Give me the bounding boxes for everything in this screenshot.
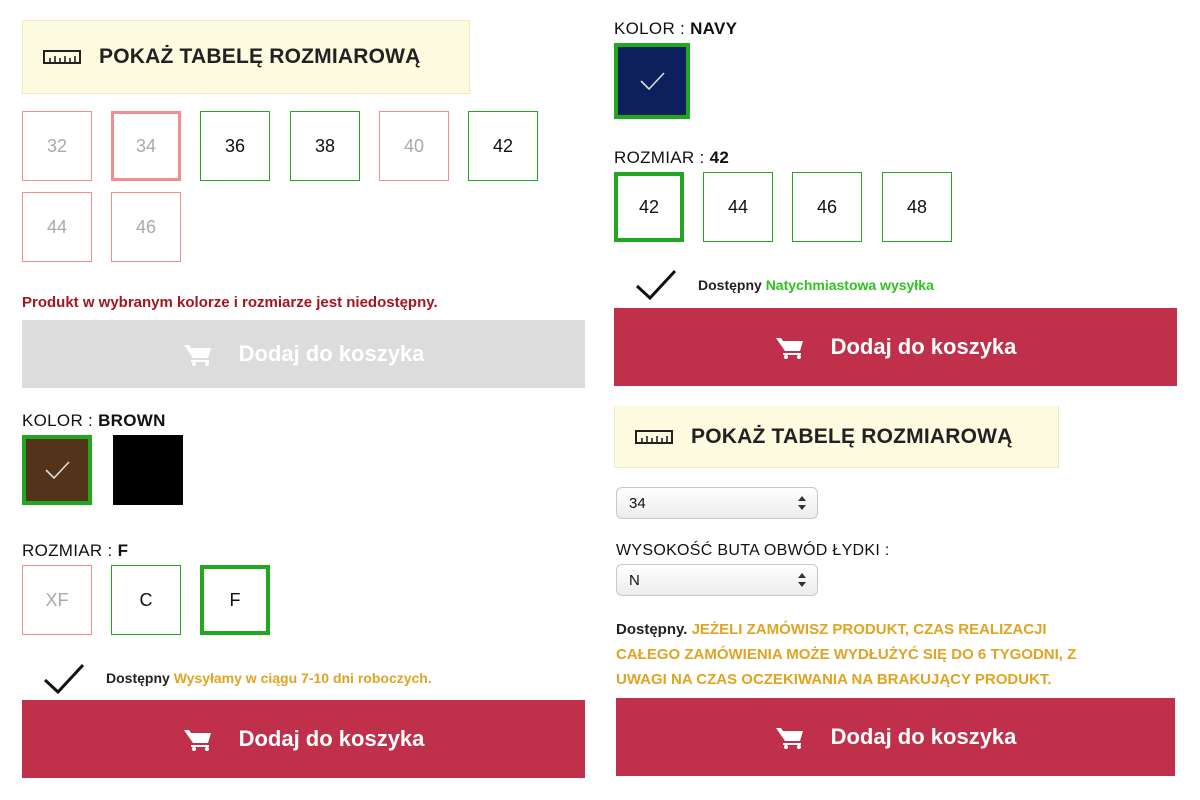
right-color-label-text: KOLOR : bbox=[614, 19, 686, 38]
color-swatch-navy[interactable] bbox=[614, 43, 690, 119]
color-label-text: KOLOR : bbox=[22, 411, 94, 430]
size-chart-button-right[interactable]: POKAŻ TABELĘ ROZMIAROWĄ bbox=[614, 406, 1059, 468]
size-option-44[interactable]: 44 bbox=[703, 172, 773, 242]
add-to-cart-label: Dodaj do koszyka bbox=[238, 341, 425, 366]
right-color-value: NAVY bbox=[690, 19, 738, 38]
cart-icon bbox=[183, 730, 211, 751]
size-label-text: ROZMIAR : bbox=[22, 541, 113, 560]
notice-text-1: JEŻELI ZAMÓWISZ PRODUKT, CZAS REALIZACJI bbox=[691, 621, 1047, 638]
size-chart-button[interactable]: POKAŻ TABELĘ ROZMIAROWĄ bbox=[22, 20, 470, 94]
delivery-notice-line-1: Dostępny. JEŻELI ZAMÓWISZ PRODUKT, CZAS … bbox=[616, 617, 1176, 642]
add-to-cart-label: Dodaj do koszyka bbox=[238, 726, 425, 751]
size-select-value: 34 bbox=[629, 494, 646, 512]
ruler-icon bbox=[43, 50, 81, 64]
add-to-cart-label: Dodaj do koszyka bbox=[830, 724, 1017, 749]
right-size-label-text: ROZMIAR : bbox=[614, 148, 705, 167]
shipping-time: Natychmiastowa wysyłka bbox=[765, 277, 934, 293]
checkmark-icon bbox=[45, 461, 70, 480]
size-option-46[interactable]: 46 bbox=[792, 172, 862, 242]
color-swatch-brown[interactable] bbox=[22, 435, 92, 505]
size-option-40[interactable]: 40 bbox=[379, 111, 449, 181]
color-value: BROWN bbox=[98, 411, 166, 430]
color-label: KOLOR : BROWN bbox=[22, 411, 166, 431]
cart-icon bbox=[775, 338, 803, 359]
size-option-36[interactable]: 36 bbox=[200, 111, 270, 181]
size-select[interactable]: 34 bbox=[616, 487, 818, 519]
availability-status: Dostępny bbox=[106, 670, 170, 686]
delivery-notice: Dostępny. JEŻELI ZAMÓWISZ PRODUKT, CZAS … bbox=[616, 617, 1176, 692]
select-arrows-icon bbox=[798, 496, 806, 510]
right-availability-line: Dostępny Natychmiastowa wysyłka bbox=[698, 277, 934, 293]
add-to-cart-button-right-2[interactable]: Dodaj do koszyka bbox=[616, 698, 1175, 776]
notice-prefix: Dostępny. bbox=[616, 621, 688, 638]
boot-height-select-value: N bbox=[629, 571, 640, 589]
add-to-cart-label: Dodaj do koszyka bbox=[830, 334, 1017, 359]
availability-status: Dostępny bbox=[698, 277, 762, 293]
size-label: ROZMIAR : F bbox=[22, 541, 128, 561]
boot-height-select[interactable]: N bbox=[616, 564, 818, 596]
delivery-notice-line-2: CAŁEGO ZAMÓWIENIA MOŻE WYDŁUŻYĆ SIĘ DO 6… bbox=[616, 646, 1077, 663]
shipping-time: Wysyłamy w ciągu 7-10 dni roboczych. bbox=[173, 670, 432, 686]
available-check-icon bbox=[635, 269, 677, 301]
size-option-32[interactable]: 32 bbox=[22, 111, 92, 181]
add-to-cart-button-right[interactable]: Dodaj do koszyka bbox=[614, 308, 1177, 386]
right-color-label: KOLOR : NAVY bbox=[614, 19, 737, 39]
availability-line: Dostępny Wysyłamy w ciągu 7-10 dni roboc… bbox=[106, 670, 432, 686]
select-arrows-icon bbox=[798, 573, 806, 587]
size-value: F bbox=[117, 541, 129, 560]
size-option-42[interactable]: 42 bbox=[468, 111, 538, 181]
size-option-48[interactable]: 48 bbox=[882, 172, 952, 242]
size-chart-label: POKAŻ TABELĘ ROZMIAROWĄ bbox=[99, 45, 421, 68]
ruler-icon bbox=[635, 429, 673, 444]
size-option-34[interactable]: 34 bbox=[111, 111, 181, 181]
boot-height-label: WYSOKOŚĆ BUTA OBWÓD ŁYDKI : bbox=[616, 542, 890, 559]
size-option-44[interactable]: 44 bbox=[22, 192, 92, 262]
right-size-label: ROZMIAR : 42 bbox=[614, 148, 729, 168]
size-option-c[interactable]: C bbox=[111, 565, 181, 635]
size-option-f[interactable]: F bbox=[200, 565, 270, 635]
size-option-46[interactable]: 46 bbox=[111, 192, 181, 262]
right-size-value: 42 bbox=[709, 148, 730, 167]
cart-icon bbox=[183, 345, 211, 366]
cart-icon bbox=[775, 728, 803, 749]
unavailable-message: Produkt w wybranym kolorze i rozmiarze j… bbox=[22, 294, 438, 311]
size-option-xf[interactable]: XF bbox=[22, 565, 92, 635]
size-chart-label: POKAŻ TABELĘ ROZMIAROWĄ bbox=[691, 424, 1013, 448]
size-option-38[interactable]: 38 bbox=[290, 111, 360, 181]
size-option-42[interactable]: 42 bbox=[614, 172, 684, 242]
add-to-cart-button[interactable]: Dodaj do koszyka bbox=[22, 700, 585, 778]
color-swatch-black[interactable] bbox=[113, 435, 183, 505]
add-to-cart-button-disabled[interactable]: Dodaj do koszyka bbox=[22, 320, 585, 388]
delivery-notice-line-3: UWAGI NA CZAS OCZEKIWANIA NA BRAKUJĄCY P… bbox=[616, 671, 1052, 688]
checkmark-icon bbox=[640, 72, 665, 91]
available-check-icon bbox=[43, 663, 85, 695]
